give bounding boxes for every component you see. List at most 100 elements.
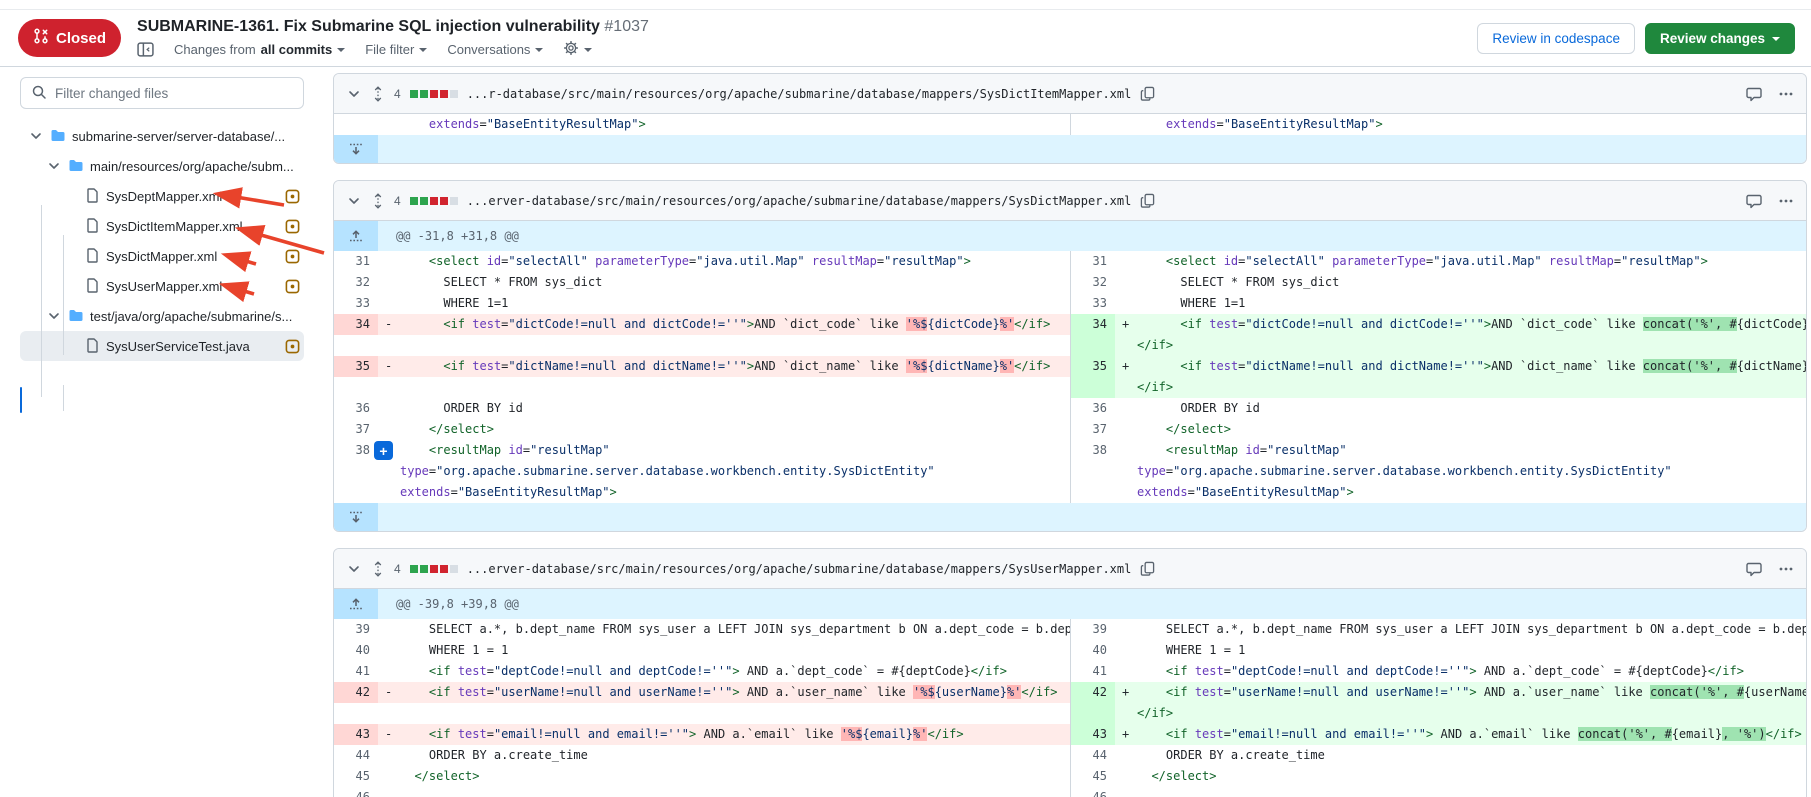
tree-folder-submarine-server-server-database-[interactable]: submarine-server/server-database/... <box>20 121 304 151</box>
diff-row: 31 <select id="selectAll" parameterType=… <box>334 251 1806 272</box>
code-line: <if test="deptCode!=null and deptCode!='… <box>378 661 1070 682</box>
comment-icon[interactable] <box>1746 561 1762 577</box>
copy-icon[interactable] <box>1140 193 1155 208</box>
code-line: + <if test="dictName!=null and dictName!… <box>1115 356 1806 377</box>
line-number[interactable]: 46 <box>334 787 378 797</box>
kebab-icon[interactable] <box>1778 561 1794 577</box>
expand-up-button[interactable] <box>334 589 378 619</box>
line-number[interactable]: 34 <box>1071 314 1115 356</box>
diff-row: 42- <if test="userName!=null and userNam… <box>334 682 1806 724</box>
code-cell: extends="BaseEntityResultMap"> <box>378 114 1070 135</box>
code-cell: WHERE 1 = 1 <box>378 640 1070 661</box>
expand-down-button[interactable] <box>334 503 378 531</box>
comment-icon[interactable] <box>1746 193 1762 209</box>
chevron-down-icon[interactable] <box>346 86 362 102</box>
line-number[interactable]: 39 <box>334 619 378 640</box>
code-line: - <if test="dictName!=null and dictName!… <box>378 356 1070 377</box>
line-number[interactable]: 31 <box>334 251 378 272</box>
changes-from-dropdown[interactable]: Changes from all commits <box>174 42 345 57</box>
diff-row: 44 ORDER BY a.create_time44 ORDER BY a.c… <box>334 745 1806 766</box>
line-number[interactable]: 40 <box>1071 640 1115 661</box>
modified-square-icon <box>285 189 300 204</box>
code-line: - <if test="email!=null and email!=''"> … <box>378 724 1070 745</box>
line-number[interactable]: 45 <box>1071 766 1115 787</box>
line-number[interactable]: 33 <box>1071 293 1115 314</box>
code-line: </if> <box>1115 377 1806 398</box>
line-number[interactable]: 42 <box>334 682 378 724</box>
code-line: </if> <box>1115 335 1806 356</box>
chevron-down-icon[interactable] <box>346 561 362 577</box>
line-number[interactable]: 43 <box>334 724 378 745</box>
expand-down-button[interactable] <box>334 135 378 163</box>
comment-icon[interactable] <box>1746 86 1762 102</box>
line-number[interactable]: 34 <box>334 314 378 356</box>
line-number[interactable]: 40 <box>334 640 378 661</box>
conversations-dropdown[interactable]: Conversations <box>447 42 543 57</box>
chevron-down-icon[interactable] <box>346 193 362 209</box>
chevron-down-icon[interactable] <box>46 158 62 174</box>
line-number[interactable]: 38 <box>334 440 378 503</box>
line-number[interactable]: 32 <box>1071 272 1115 293</box>
copy-icon[interactable] <box>1140 86 1155 101</box>
code-line: extends="BaseEntityResultMap"> <box>378 482 1070 503</box>
sidebar-toggle-button[interactable] <box>137 42 154 57</box>
code-cell: WHERE 1=1 <box>1115 293 1806 314</box>
tree-folder-main-resources-org-apache-subm-[interactable]: main/resources/org/apache/subm... <box>20 151 304 181</box>
line-number[interactable]: 41 <box>334 661 378 682</box>
code-line <box>378 703 1070 724</box>
line-number[interactable]: 45 <box>334 766 378 787</box>
diffstat-square-add <box>420 197 428 205</box>
file-path: ...erver-database/src/main/resources/org… <box>467 562 1132 576</box>
line-number[interactable]: 38 <box>1071 440 1115 503</box>
changes-count: 4 <box>394 194 401 208</box>
kebab-icon[interactable] <box>1778 193 1794 209</box>
line-number[interactable]: 46 <box>1071 787 1115 797</box>
line-number[interactable]: 42 <box>1071 682 1115 724</box>
line-number[interactable]: 37 <box>1071 419 1115 440</box>
diff-table: @@ -31,8 +31,8 @@31 <select id="selectAl… <box>334 221 1806 531</box>
review-changes-button[interactable]: Review changes <box>1645 23 1795 54</box>
file-icon <box>84 218 100 234</box>
copy-icon[interactable] <box>1140 561 1155 576</box>
diff-side-new: 41 <if test="deptCode!=null and deptCode… <box>1070 661 1806 682</box>
line-number[interactable]: 35 <box>334 356 378 398</box>
diffstat-square-neutral <box>450 197 458 205</box>
line-number[interactable]: 36 <box>1071 398 1115 419</box>
diffstat-square-add <box>410 565 418 573</box>
review-in-codespace-button[interactable]: Review in codespace <box>1477 23 1635 54</box>
line-number[interactable]: 43 <box>1071 724 1115 745</box>
line-number[interactable] <box>334 114 378 135</box>
line-number[interactable]: 36 <box>334 398 378 419</box>
code-line: WHERE 1=1 <box>1115 293 1806 314</box>
diffstat-square-add <box>420 565 428 573</box>
file-header-actions <box>1746 561 1794 577</box>
line-number[interactable]: 39 <box>1071 619 1115 640</box>
tree-file-sysdeptmapper-xml[interactable]: SysDeptMapper.xml <box>20 181 304 211</box>
chevron-down-icon <box>584 48 592 52</box>
file-path: ...erver-database/src/main/resources/org… <box>467 194 1132 208</box>
diff-row: extends="BaseEntityResultMap"> extends="… <box>334 114 1806 135</box>
line-number[interactable]: 33 <box>334 293 378 314</box>
line-number[interactable]: 35 <box>1071 356 1115 398</box>
line-number[interactable]: 37 <box>334 419 378 440</box>
line-number[interactable]: 31 <box>1071 251 1115 272</box>
file-tree-sidebar: Filter changed files submarine-server/se… <box>0 67 318 797</box>
diffstat <box>410 90 458 98</box>
line-number[interactable]: 41 <box>1071 661 1115 682</box>
add-comment-button[interactable]: + <box>374 441 393 460</box>
file-filter-dropdown[interactable]: File filter <box>365 42 427 57</box>
code-cell: - <if test="userName!=null and userName!… <box>378 682 1070 724</box>
kebab-icon[interactable] <box>1778 86 1794 102</box>
code-cell: ORDER BY id <box>378 398 1070 419</box>
line-number[interactable]: 44 <box>1071 745 1115 766</box>
line-number[interactable]: 44 <box>334 745 378 766</box>
line-number[interactable]: 32 <box>334 272 378 293</box>
diff-settings-dropdown[interactable] <box>563 40 592 59</box>
chevron-down-icon[interactable] <box>46 308 62 324</box>
expand-up-button[interactable] <box>334 221 378 251</box>
filter-changed-files-input[interactable]: Filter changed files <box>20 77 304 109</box>
line-number[interactable] <box>1071 114 1115 135</box>
diff-row: 40 WHERE 1 = 140 WHERE 1 = 1 <box>334 640 1806 661</box>
chevron-down-icon <box>1772 37 1780 41</box>
chevron-down-icon[interactable] <box>28 128 44 144</box>
